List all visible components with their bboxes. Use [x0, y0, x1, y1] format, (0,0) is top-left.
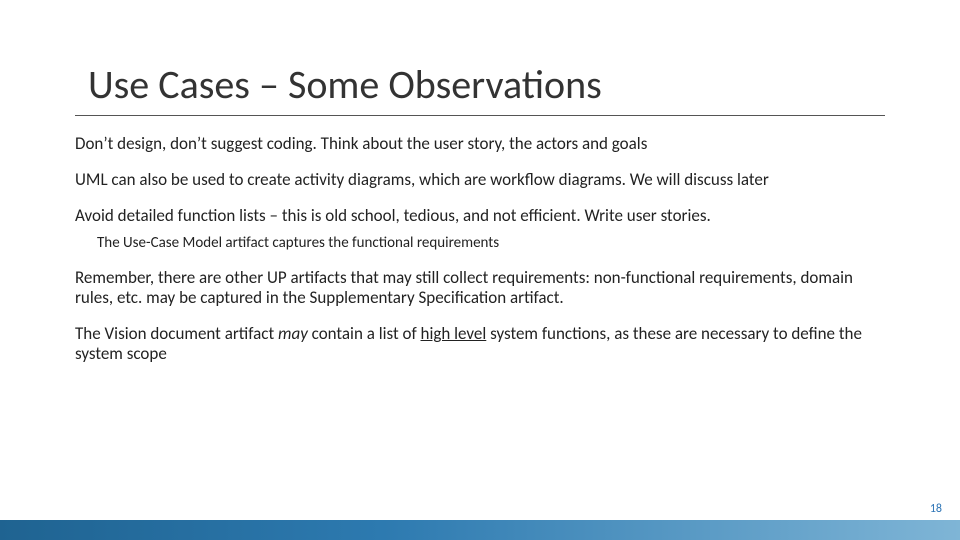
para-2: UML can also be used to create activity … [75, 170, 885, 190]
para-5-may: may [278, 323, 308, 344]
slide: Use Cases – Some Observations Don’t desi… [0, 0, 960, 540]
para-5-text-a: The Vision document artifact [75, 323, 278, 344]
slide-body: Don’t design, don’t suggest coding. Thin… [75, 134, 885, 364]
page-number: 18 [930, 502, 942, 516]
para-3a: The Use-Case Model artifact captures the… [97, 234, 885, 252]
para-1: Don’t design, don’t suggest coding. Thin… [75, 134, 885, 154]
para-3: Avoid detailed function lists – this is … [75, 206, 885, 226]
slide-title: Use Cases – Some Observations [75, 60, 885, 116]
para-5-text-b: contain a list of [308, 323, 421, 344]
para-5-highlevel: high level [421, 323, 487, 344]
footer-bar [0, 520, 960, 540]
para-4: Remember, there are other UP artifacts t… [75, 268, 885, 308]
para-5: The Vision document artifact may contain… [75, 324, 885, 364]
